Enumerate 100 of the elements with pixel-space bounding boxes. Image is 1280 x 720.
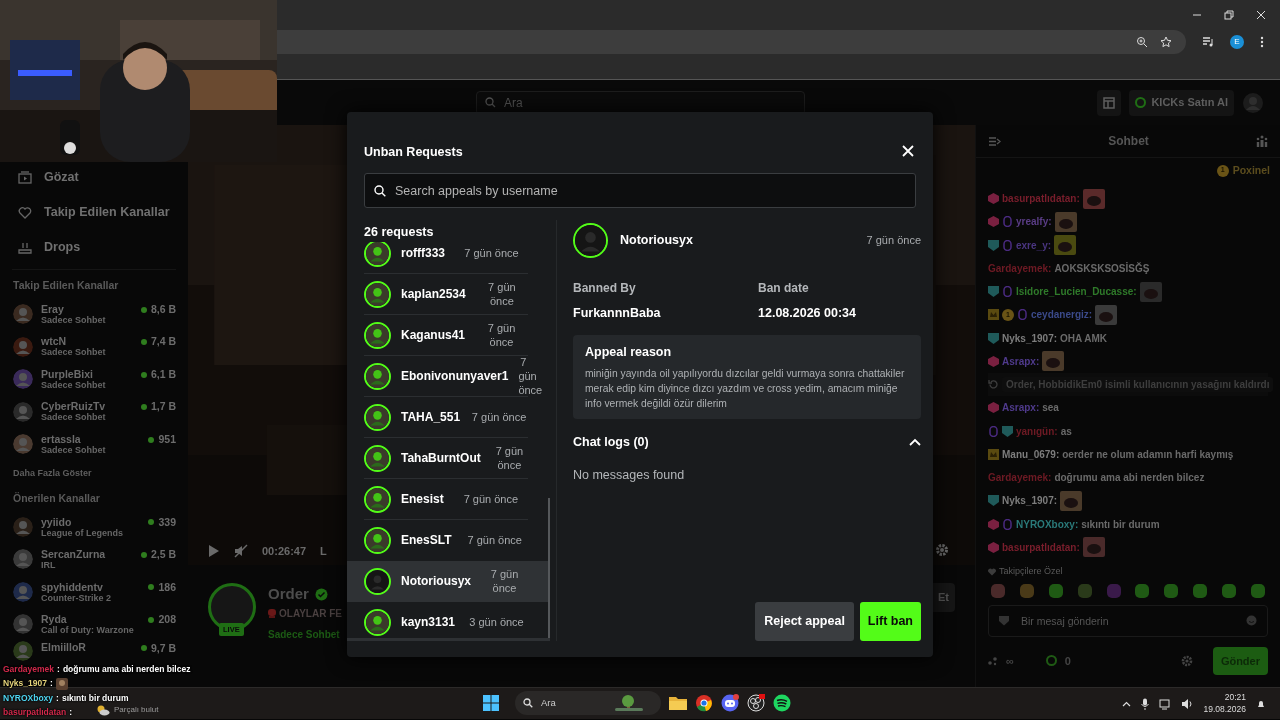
channel-name: PurpleBixi (41, 367, 94, 380)
channel-link[interactable]: spyhiddentv Counter-Strike 2 186 (0, 575, 188, 608)
pinned-user[interactable]: Poxinel (1232, 162, 1270, 179)
folder-icon[interactable] (669, 695, 687, 711)
channel-link[interactable]: PurpleBixi Sadece Sohbet 6,1 B (0, 362, 188, 396)
restore-icon[interactable] (1224, 10, 1234, 20)
weather-icon[interactable] (96, 704, 110, 716)
chat-username[interactable]: NYROXboxy: (1016, 516, 1079, 532)
chat-username[interactable]: ceydanergiz: (1031, 307, 1093, 323)
chevron-up-icon[interactable] (1122, 700, 1132, 707)
chevron-up-icon (909, 437, 921, 446)
emote-icon[interactable] (1047, 582, 1064, 599)
channel-category: Call of Duty: Warzone (41, 625, 134, 636)
chat-username[interactable]: exre_y: (1016, 237, 1052, 253)
close-icon[interactable] (1256, 10, 1266, 20)
taskbar-search[interactable]: Ara (515, 691, 661, 715)
chat-username[interactable]: Asrapx: (1002, 400, 1040, 416)
stream-button[interactable] (1097, 89, 1122, 116)
lift-ban-button[interactable]: Lift ban (859, 602, 921, 641)
chat-username[interactable]: Manu_0679: (1002, 446, 1060, 462)
search-input[interactable]: Search appeals by username (393, 176, 906, 205)
live-dot (148, 584, 155, 591)
live-dot (140, 306, 147, 313)
search-field[interactable]: Ara (476, 90, 805, 115)
search-icon (374, 184, 386, 197)
collapse-icon[interactable] (988, 135, 1001, 147)
request-item[interactable]: Enesist 7 gün önce (347, 478, 550, 520)
emote-icon[interactable] (1192, 582, 1209, 599)
channel-link[interactable]: ElmiilloR 9,7 B (0, 640, 188, 661)
nav-link[interactable]: Gözat (0, 160, 188, 195)
live-dot (148, 519, 155, 526)
channel-category: League of Legends (41, 527, 123, 538)
overlay-username: basurpatlıdatan (3, 706, 67, 720)
show-more-link[interactable]: Daha Fazla Göster (0, 460, 188, 485)
request-item[interactable]: TAHA_551 7 gün önce (347, 396, 550, 438)
search-field[interactable]: Search appeals by username (364, 173, 916, 208)
request-item[interactable]: Kaganus41 7 gün önce (347, 314, 550, 356)
live-dot (140, 339, 147, 346)
emote-icon[interactable] (1134, 582, 1151, 599)
search-input[interactable]: Ara (539, 694, 609, 712)
profile-avatar[interactable]: E (1230, 35, 1244, 49)
weather-text: Parçalı bulut (114, 704, 159, 716)
microphone-icon[interactable] (1141, 697, 1150, 710)
points-count: 0 (1064, 653, 1071, 669)
request-item[interactable]: TahaBurntOut 7 gün önce (347, 437, 550, 479)
points-icon (1045, 655, 1057, 667)
subscriber-badge-icon (988, 216, 999, 228)
volume-icon[interactable] (1181, 697, 1194, 710)
chat-username[interactable]: Asrapx: (1002, 353, 1040, 369)
star-icon[interactable] (1160, 36, 1172, 48)
reject-button[interactable]: Reject appeal (755, 602, 854, 641)
request-item[interactable]: Notoriousyx 7 gün önce (347, 560, 550, 602)
chat-username[interactable]: basurpatlıdatan: (1002, 191, 1080, 207)
channel-link[interactable]: SercanZurna IRL 2,5 B (0, 543, 188, 576)
kicks-button[interactable]: KICKs Satın Al (1129, 89, 1234, 116)
collapse-button[interactable] (909, 437, 921, 446)
viewer-count: 6,1 B (150, 366, 176, 382)
close-button[interactable] (902, 145, 916, 159)
gifter-badge-icon (1002, 216, 1013, 228)
subscriber-badge-icon (988, 518, 999, 530)
request-item[interactable]: rofff333 7 gün önce (347, 241, 550, 274)
channel-link[interactable]: Ryda Call of Duty: Warzone 208 (0, 608, 188, 641)
channel-link[interactable]: yyiido League of Legends 339 (0, 510, 188, 543)
scrollbar[interactable] (548, 497, 550, 638)
zoom-icon[interactable] (1136, 36, 1148, 48)
avatar (364, 280, 391, 308)
nav-link[interactable]: Drops (0, 230, 188, 265)
chat-username[interactable]: Isidore_Lucien_Ducasse: (1016, 284, 1137, 300)
chat-username[interactable]: yrealfy: (1016, 214, 1052, 230)
play-icon[interactable] (208, 543, 220, 558)
channel-link[interactable]: Eray Sadece Sohbet 8,6 B (0, 297, 188, 331)
modal-title: Unban Requests (364, 143, 463, 161)
channel-category: Sadece Sohbet (41, 412, 106, 423)
emote-icon[interactable] (1221, 582, 1237, 599)
message-input[interactable]: Bir mesaj gönderin (1019, 608, 1236, 633)
channel-link[interactable]: CyberRuizTv Sadece Sohbet 1,7 B (0, 395, 188, 428)
emote-icon[interactable] (1163, 582, 1180, 599)
settings-icon[interactable] (935, 543, 949, 557)
start-icon[interactable] (483, 695, 499, 711)
nav-link[interactable]: Takip Edilen Kanallar (0, 195, 188, 230)
request-item[interactable]: Ebonivonunyaver1 7 gün önce (347, 355, 550, 397)
channel-link[interactable]: ertassla Sadece Sohbet 951 (0, 427, 188, 461)
chat-username[interactable]: Nyks_1907: (1002, 330, 1058, 346)
menu-icon[interactable] (1260, 36, 1264, 48)
avatar (573, 222, 608, 258)
users-icon[interactable] (1256, 135, 1268, 147)
channel-link[interactable]: wtcN Sadece Sohbet 7,4 B (0, 330, 188, 363)
search-input[interactable]: Ara (502, 92, 782, 113)
avatar (364, 567, 391, 595)
chat-username[interactable]: basurpatlıdatan: (1002, 539, 1080, 555)
emote-icon[interactable] (1249, 582, 1266, 599)
message-field[interactable]: Bir mesaj gönderin (988, 604, 1268, 637)
media-control-icon[interactable] (1202, 36, 1214, 48)
viewer-count: 186 (158, 579, 176, 595)
stream-category[interactable]: Sadece Sohbet (268, 626, 342, 642)
chat-username[interactable]: Nyks_1907: (1002, 493, 1058, 509)
settings-icon[interactable] (1180, 654, 1193, 667)
request-item[interactable]: kaplan2534 7 gün önce (347, 273, 550, 315)
notification-icon[interactable] (1256, 698, 1266, 709)
mute-icon[interactable] (234, 543, 248, 558)
